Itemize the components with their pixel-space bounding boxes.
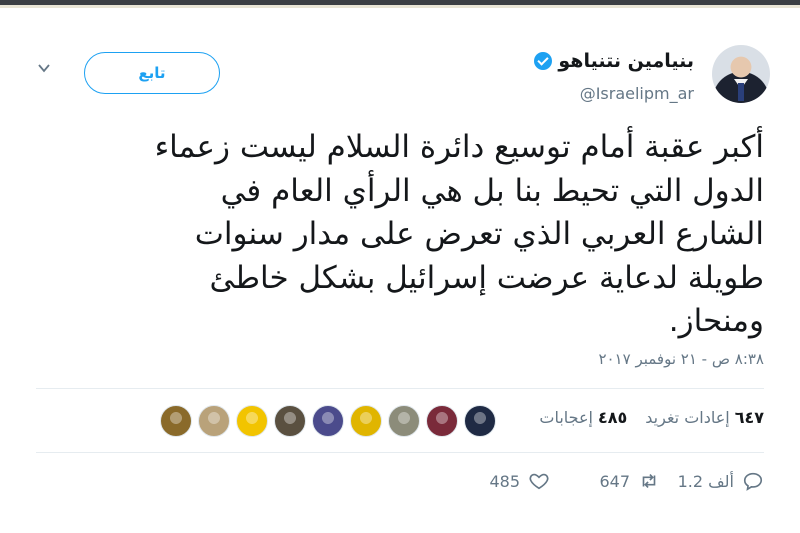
like-count: 485 xyxy=(489,471,520,491)
likes-count: ٤٨٥ xyxy=(597,408,628,427)
retweets-count: ٦٤٧ xyxy=(734,408,764,427)
reply-icon xyxy=(743,472,763,491)
tweet-timestamp[interactable]: ٨:٣٨ ص - ٢١ نوفمبر ٢٠١٧ xyxy=(598,350,764,368)
top-edge-strip xyxy=(0,0,800,8)
retweets-label: إعادات تغريد xyxy=(645,408,730,427)
tweet-actions: 1.2 ألف 647 485 xyxy=(36,470,764,500)
display-name[interactable]: بنيامين نتنياهو xyxy=(558,50,694,72)
retweet-action[interactable]: 647 xyxy=(599,470,660,492)
liker-avatar-6[interactable] xyxy=(350,405,382,437)
divider-bottom xyxy=(36,452,764,453)
liker-avatar-1[interactable] xyxy=(160,405,192,437)
divider-top xyxy=(36,388,764,389)
likes-stat[interactable]: ٤٨٥إعجابات xyxy=(539,408,627,427)
retweet-icon xyxy=(642,473,656,489)
chevron-down-icon[interactable] xyxy=(38,62,50,74)
liker-avatar-8[interactable] xyxy=(426,405,458,437)
liker-avatar-5[interactable] xyxy=(312,405,344,437)
liker-avatar-4[interactable] xyxy=(274,405,306,437)
liker-avatar-2[interactable] xyxy=(198,405,230,437)
liker-avatar-3[interactable] xyxy=(236,405,268,437)
name-row[interactable]: بنيامين نتنياهو xyxy=(534,50,694,72)
likes-label: إعجابات xyxy=(539,408,593,427)
liker-avatars xyxy=(160,405,496,437)
liker-avatar-9[interactable] xyxy=(464,405,496,437)
like-action[interactable]: 485 xyxy=(489,470,550,492)
follow-button[interactable]: تابع xyxy=(84,52,220,94)
tweet-stats: ٦٤٧إعادات تغريد ٤٨٥إعجابات xyxy=(539,408,764,427)
profile-avatar[interactable] xyxy=(712,45,770,103)
user-handle[interactable]: @Israelipm_ar xyxy=(580,84,694,103)
reply-count: 1.2 ألف xyxy=(677,471,734,491)
retweet-count: 647 xyxy=(599,471,630,491)
reply-action[interactable]: 1.2 ألف xyxy=(678,470,764,492)
retweets-stat[interactable]: ٦٤٧إعادات تغريد xyxy=(645,408,764,427)
liker-avatar-7[interactable] xyxy=(388,405,420,437)
heart-icon xyxy=(529,473,549,490)
avatar-tie xyxy=(738,83,744,101)
verified-badge-icon xyxy=(534,52,553,70)
tweet-header: بنيامين نتنياهو @Israelipm_ar تابع xyxy=(0,40,800,120)
tweet-text: أكبر عقبة أمام توسيع دائرة السلام ليست ز… xyxy=(154,129,764,339)
